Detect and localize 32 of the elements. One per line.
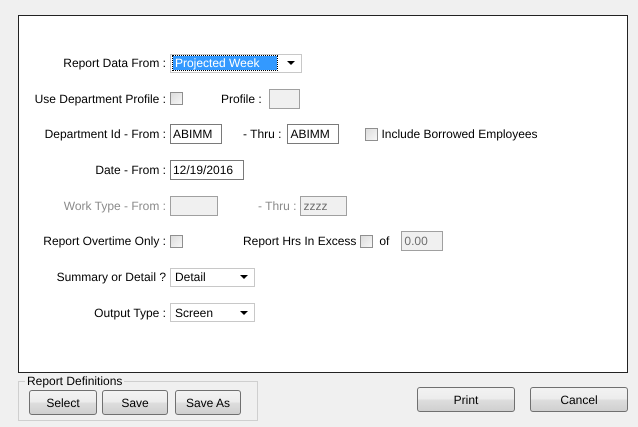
input-field[interactable]: ABIMM (287, 124, 340, 144)
field-label: Report Hrs In Excess (243, 234, 356, 248)
checkbox-label: Include Borrowed Employees (381, 127, 538, 142)
field-label: Profile : (221, 92, 262, 106)
caret-icon (240, 275, 248, 280)
field-label: Work Type - From : (62, 198, 167, 213)
caret-icon (287, 61, 295, 65)
dropdown[interactable]: Screen (170, 303, 255, 322)
field-label: Report Overtime Only : (42, 234, 167, 248)
field-label: - Thru : (258, 198, 296, 213)
field-label: - Thru : (243, 127, 282, 142)
field-label: of (379, 234, 390, 248)
checkbox[interactable] (170, 92, 183, 106)
checkbox[interactable] (360, 234, 374, 248)
definition-button[interactable]: Save As (175, 390, 241, 415)
field-label: Use Department Profile : (34, 92, 167, 106)
dropdown[interactable]: Detail (170, 268, 255, 287)
field-label: Output Type : (93, 306, 167, 320)
checkbox[interactable] (365, 128, 378, 141)
definition-button[interactable]: Select (29, 390, 97, 415)
field-label: Date - From : (94, 163, 167, 178)
definition-button[interactable]: Save (102, 390, 168, 415)
field-label: Report Data From : (62, 56, 167, 70)
field-label: Department Id - From : (44, 127, 167, 142)
input-field[interactable]: 12/19/2016 (170, 160, 244, 180)
action-button[interactable]: Print (417, 387, 515, 412)
checkbox[interactable] (170, 234, 183, 248)
input-field[interactable]: ABIMM (170, 124, 222, 144)
action-button[interactable]: Cancel (530, 387, 628, 412)
field-label: Summary or Detail ? (56, 270, 167, 284)
group-title: Report Definitions (26, 374, 124, 388)
caret-icon (240, 310, 248, 315)
